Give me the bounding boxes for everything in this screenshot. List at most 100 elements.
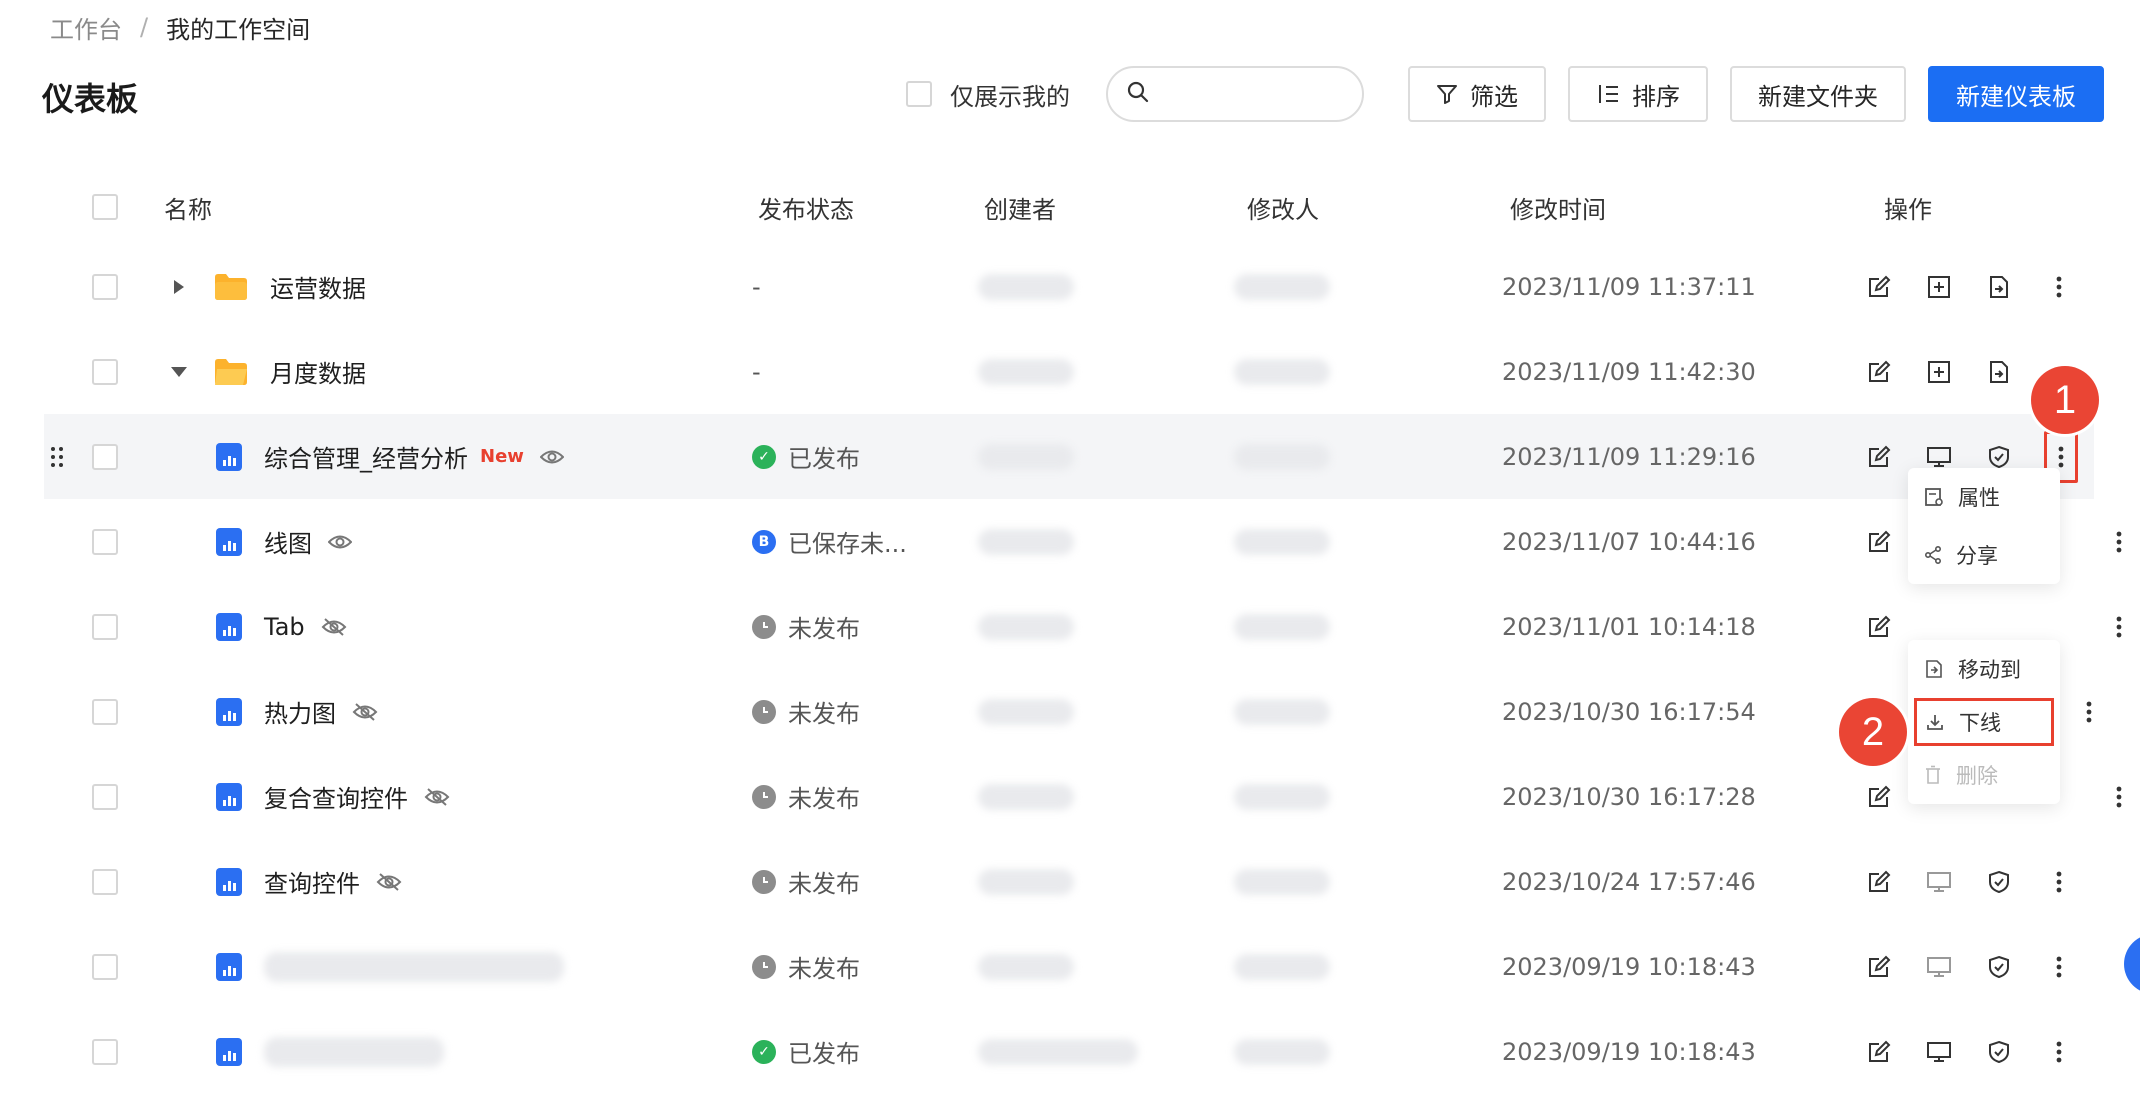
table-row[interactable]: 月度数据 - 2023/11/09 11:42:30 [44,329,2094,414]
name-blurred[interactable] [264,951,564,982]
collapse-caret-icon[interactable] [164,365,194,379]
monitor-icon[interactable] [1924,1037,1954,1067]
filter-button[interactable]: 筛选 [1408,66,1546,122]
only-mine-checkbox[interactable] [906,81,932,107]
table-row[interactable]: 查询控件 未发布 2023/10/24 17:57:46 [44,839,2094,924]
menu-item-properties[interactable]: 属性 [1908,468,2060,526]
import-icon[interactable] [1984,357,2014,387]
table-row[interactable]: 复合查询控件 未发布 2023/10/30 16:17:28 [44,754,2122,839]
shield-icon[interactable] [1984,867,2014,897]
monitor-icon[interactable] [1924,952,1954,982]
row-checkbox[interactable] [92,953,118,980]
row-name[interactable]: 热力图 [264,694,336,729]
edit-icon[interactable] [1864,952,1894,982]
more-icon[interactable] [2044,272,2074,302]
name-blurred[interactable] [264,1036,444,1067]
add-icon[interactable] [1924,272,1954,302]
row-name[interactable]: 复合查询控件 [264,779,408,814]
row-status: 未发布 [788,870,860,898]
row-name[interactable]: Tab [264,613,305,641]
eye-off-icon[interactable] [352,702,378,722]
modifier-blurred [1234,528,1330,555]
share-icon [1924,546,1942,564]
edit-icon[interactable] [1864,527,1894,557]
new-dashboard-button[interactable]: 新建仪表板 [1928,66,2104,122]
import-icon[interactable] [1984,272,2014,302]
column-modifier[interactable]: 修改人 [1247,170,1319,244]
row-checkbox[interactable] [92,273,118,300]
table-row[interactable]: 线图 B 已保存未... 2023/11/07 10:44:16 [44,499,2122,584]
table-row[interactable]: 热力图 未发布 2023/10/30 16:17:54 [44,669,2094,754]
edit-icon[interactable] [1864,782,1894,812]
move-icon [1924,659,1944,679]
table-row[interactable]: 未发布 2023/09/19 10:18:43 [44,924,2094,1009]
shield-icon[interactable] [1984,442,2014,472]
search-box[interactable] [1106,66,1364,122]
search-input[interactable] [1162,81,1342,107]
shield-icon[interactable] [1984,1037,2014,1067]
edit-icon[interactable] [1864,272,1894,302]
eye-off-icon[interactable] [376,872,402,892]
row-status: 已保存未... [788,530,907,558]
row-name[interactable]: 月度数据 [270,354,366,389]
more-icon[interactable] [2104,782,2134,812]
row-checkbox[interactable] [92,868,118,895]
breadcrumb-root[interactable]: 工作台 [50,10,122,45]
select-all-checkbox[interactable] [92,194,118,220]
row-status: - [752,357,761,386]
monitor-icon[interactable] [1924,867,1954,897]
eye-icon[interactable] [539,448,564,466]
row-status: 已发布 [788,1040,860,1068]
row-checkbox[interactable] [92,783,118,810]
sort-button[interactable]: 排序 [1568,66,1708,122]
table-row[interactable]: 综合管理_经营分析 New ✓ 已发布 2023/11/09 11:29:16 [44,414,2094,499]
more-icon[interactable] [2044,867,2074,897]
table-row[interactable]: 运营数据 - 2023/11/09 11:37:11 [44,244,2094,329]
column-time[interactable]: 修改时间 [1510,170,1606,244]
more-icon[interactable] [2104,527,2134,557]
row-checkbox[interactable] [92,698,118,725]
monitor-icon[interactable] [1924,442,1954,472]
eye-off-icon[interactable] [321,617,347,637]
menu-item-move-to[interactable]: 移动到 [1908,640,2060,698]
more-icon[interactable] [2044,952,2074,982]
edit-icon[interactable] [1864,1037,1894,1067]
edit-icon[interactable] [1864,867,1894,897]
add-icon[interactable] [1924,357,1954,387]
row-checkbox[interactable] [92,443,118,470]
menu-item-delete[interactable]: 删除 [1908,746,2060,804]
table-row[interactable]: Tab 未发布 2023/11/01 10:14:18 [44,584,2122,669]
row-name[interactable]: 运营数据 [270,269,366,304]
trash-icon [1924,765,1942,785]
shield-icon[interactable] [1984,952,2014,982]
clock-icon [752,954,776,979]
row-name[interactable]: 线图 [264,524,312,559]
only-mine-toggle[interactable]: 仅展示我的 [906,77,1070,112]
edit-icon[interactable] [1864,612,1894,642]
column-status[interactable]: 发布状态 [758,170,854,244]
new-folder-button[interactable]: 新建文件夹 [1730,66,1906,122]
menu-item-offline[interactable]: 下线 [1914,698,2054,746]
row-checkbox[interactable] [92,1038,118,1065]
column-name[interactable]: 名称 [164,170,212,244]
more-icon[interactable] [2104,612,2134,642]
edit-icon[interactable] [1864,357,1894,387]
row-checkbox[interactable] [92,528,118,555]
more-icon[interactable] [2074,697,2104,727]
eye-off-icon[interactable] [424,787,450,807]
row-checkbox[interactable] [92,613,118,640]
row-name[interactable]: 综合管理_经营分析 [264,439,468,474]
creator-blurred [978,953,1074,980]
floating-help-button[interactable] [2124,934,2140,994]
drag-handle-icon[interactable] [50,414,64,499]
table-row[interactable]: ✓ 已发布 2023/09/19 10:18:43 [44,1009,2094,1094]
column-creator[interactable]: 创建者 [984,170,1056,244]
expand-caret-icon[interactable] [164,278,194,296]
eye-icon[interactable] [328,533,352,551]
edit-icon[interactable] [1864,442,1894,472]
menu-item-share[interactable]: 分享 [1908,526,2060,584]
row-name[interactable]: 查询控件 [264,864,360,899]
row-checkbox[interactable] [92,358,118,385]
row-time: 2023/11/09 11:29:16 [1502,442,1756,471]
more-icon[interactable] [2044,1037,2074,1067]
